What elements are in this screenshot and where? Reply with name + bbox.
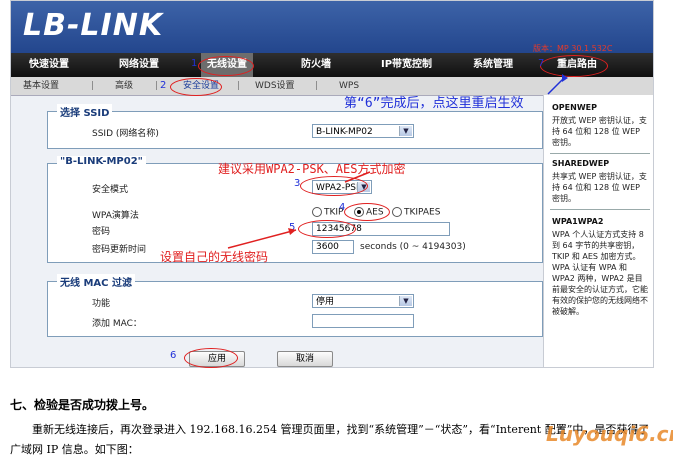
arrow-password xyxy=(227,229,297,249)
arrowhead-icon xyxy=(288,228,296,235)
annotation-arrows xyxy=(227,74,568,249)
arrowhead-icon xyxy=(562,74,568,82)
article-heading: 七、检验是否成功拨上号。 xyxy=(10,398,155,412)
site-watermark: Luyouqi6.cn xyxy=(546,422,673,446)
arrow-recommend xyxy=(344,171,371,183)
